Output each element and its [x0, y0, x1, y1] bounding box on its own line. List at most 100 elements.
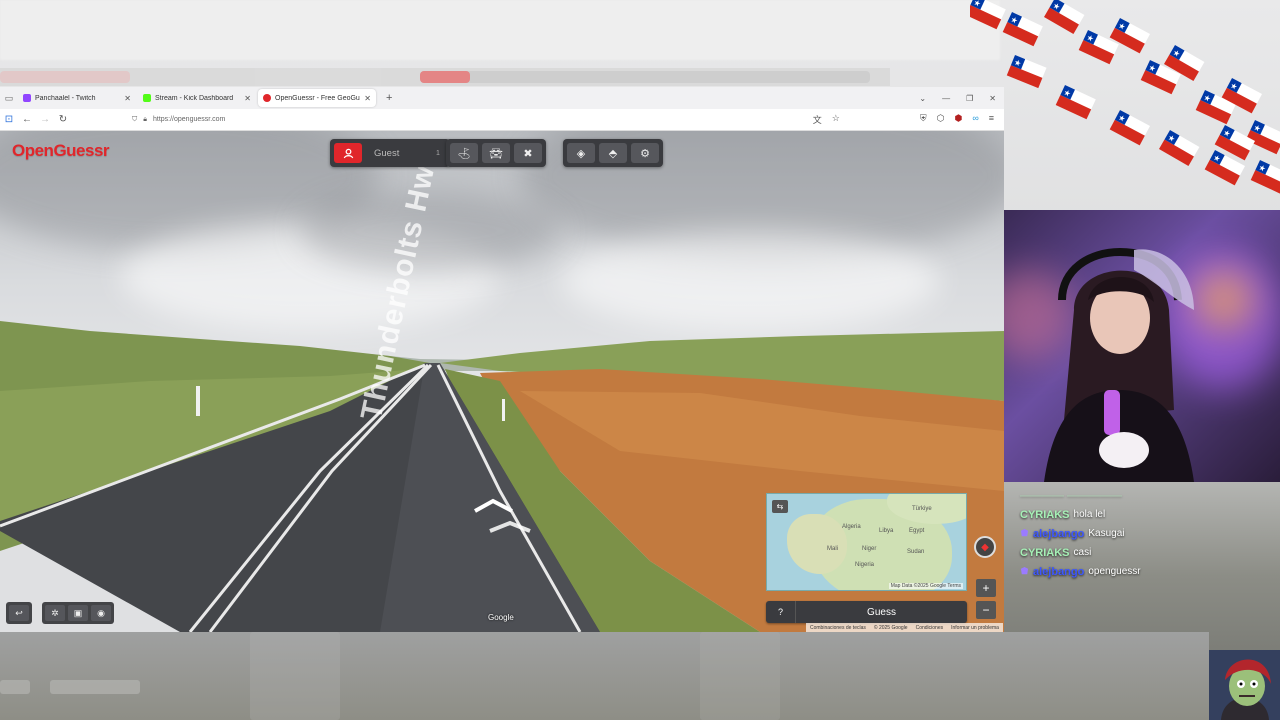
chile-flag-icon: ★: [1006, 55, 1047, 89]
chat-text: Kasugai: [1088, 528, 1125, 539]
extensions-icon[interactable]: ⬡: [937, 113, 945, 126]
map-label: Algeria: [842, 524, 861, 530]
streamer-webcam: [1004, 210, 1280, 482]
twitch-favicon-icon: [23, 94, 31, 102]
map-label: Mali: [827, 546, 839, 552]
shield-extension-icon[interactable]: ⛨: [920, 113, 927, 126]
browser-window: ▭ Panchaalel - Twitch ✕ Stream - Kick Da…: [0, 87, 1004, 632]
tab-title: Panchaalel - Twitch: [35, 94, 96, 102]
layers-icon[interactable]: ◈: [567, 143, 595, 163]
flag-icon[interactable]: ⛳︎: [450, 143, 478, 163]
map-label: Egypt: [909, 528, 925, 534]
expand-map-icon[interactable]: ⇆: [772, 500, 788, 513]
sidebar-icon[interactable]: ⊡: [0, 114, 18, 125]
translate-icon[interactable]: 文: [813, 113, 822, 126]
blurred-backdrop-bottom: [0, 632, 1209, 720]
chat-username[interactable]: CYRIAKS: [1020, 547, 1070, 559]
chat-text: casi: [1073, 547, 1092, 558]
new-tab-icon[interactable]: +: [386, 92, 392, 104]
chat-username[interactable]: alejbango: [1033, 528, 1084, 540]
bug-icon[interactable]: ✲: [45, 605, 65, 621]
chile-flag-icon: ★: [1109, 110, 1151, 146]
blurred-backdrop-strip: [0, 68, 890, 86]
zoom-in-button[interactable]: +: [976, 579, 996, 597]
map-label: Türkiye: [912, 506, 932, 512]
chat-line-faded: ———— —————: [1020, 489, 1123, 502]
chile-flag-icon: ★: [1044, 0, 1085, 35]
tab-bar: ▭ Panchaalel - Twitch ✕ Stream - Kick Da…: [0, 87, 1004, 109]
guess-bar: ? Guess: [766, 601, 967, 623]
tab-title: OpenGuessr - Free GeoGuessr A: [275, 94, 360, 102]
tab-twitch[interactable]: Panchaalel - Twitch ✕: [18, 89, 136, 107]
blurred-backdrop-top: [0, 0, 1000, 60]
mode-toolgroup: ⛳︎ 🚘︎ ✖: [446, 139, 546, 167]
settings-toolgroup: ◈ ⬘ ⚙: [563, 139, 663, 167]
chat-message: CYRIAKS casi: [1020, 543, 1264, 562]
report-problem-link[interactable]: Informar un problema: [951, 625, 999, 631]
chile-flag-icon: ★: [1055, 85, 1096, 120]
conditions-link[interactable]: Condiciones: [916, 625, 944, 631]
chile-flag-icon: ★: [1245, 120, 1280, 155]
street-view-panorama[interactable]: Thunderbolts Hwy OpenGuessr Guest 1 ⛳︎ 🚘…: [0, 131, 1004, 632]
tab-list-icon[interactable]: ▭: [0, 93, 18, 104]
chile-flag-icon: ★: [1250, 160, 1280, 195]
tab-overflow-chevron-icon[interactable]: ⌄: [919, 94, 926, 103]
keyboard-shortcuts-link[interactable]: Combinaciones de teclas: [810, 625, 866, 631]
streamer-silhouette: [1044, 247, 1194, 482]
address-bar-row: ⊡ ← → ↻ ⛉ 🔒︎ https://openguessr.com 文 ☆ …: [0, 109, 1004, 131]
forward-icon[interactable]: →: [36, 114, 54, 125]
url-text: https://openguessr.com: [152, 116, 226, 123]
user-icon[interactable]: [334, 143, 362, 163]
return-icon[interactable]: ↩: [9, 605, 29, 621]
car-icon[interactable]: ▣: [68, 605, 88, 621]
chat-message: alejbango Kasugai: [1020, 524, 1264, 543]
map-label: Niger: [862, 546, 877, 552]
minimize-icon[interactable]: —: [942, 94, 950, 103]
chat-username[interactable]: alejbango: [1033, 566, 1084, 578]
chat-message: CYRIAKS hola lel: [1020, 505, 1264, 524]
stream-chat: ———— ————— CYRIAKS hola lel alejbango Kasug…: [1004, 482, 1280, 602]
no-move-icon[interactable]: ✖: [514, 143, 542, 163]
ublock-icon[interactable]: ⬢: [954, 113, 962, 126]
reload-icon[interactable]: ↻: [54, 114, 72, 125]
chat-username[interactable]: CYRIAKS: [1020, 509, 1070, 521]
chile-flag-icon: ★: [970, 0, 1006, 30]
zombie-avatar: [1209, 650, 1280, 720]
close-tab-icon[interactable]: ✕: [364, 94, 371, 103]
map-label: Sudan: [907, 549, 925, 555]
tab-kick[interactable]: Stream - Kick Dashboard ✕: [138, 89, 256, 107]
back-icon[interactable]: ←: [18, 114, 36, 125]
copyright-text: © 2025 Google: [873, 624, 908, 631]
undo-group: ↩: [6, 602, 32, 624]
tab-title: Stream - Kick Dashboard: [155, 94, 234, 102]
chat-message: alejbango openguessr: [1020, 562, 1264, 581]
zoom-controls: + −: [976, 579, 996, 619]
openguessr-logo[interactable]: OpenGuessr: [12, 141, 110, 161]
shield-icon: ⛉: [132, 115, 138, 123]
street-actions-group: ✲ ▣ ◉: [42, 602, 114, 624]
gear-icon[interactable]: ⚙: [631, 143, 659, 163]
close-tab-icon[interactable]: ✕: [244, 94, 251, 103]
reddit-icon[interactable]: ◉: [91, 605, 111, 621]
chile-flag-bunting: ★★★★★★★★★★★★★★★★★: [970, 0, 1280, 195]
player-toolgroup: Guest 1: [330, 139, 450, 167]
map-attribution: Map Data ©2025 Google Terms: [888, 583, 963, 589]
graduation-icon[interactable]: ⬘: [599, 143, 627, 163]
chat-text: openguessr: [1088, 566, 1141, 577]
guess-minimap[interactable]: Türkiye Algeria Libya Egypt Mali Niger N…: [766, 493, 967, 591]
car-icon[interactable]: 🚘︎: [482, 143, 510, 163]
bookmark-star-icon[interactable]: ☆: [832, 113, 840, 126]
url-field[interactable]: ⛉ 🔒︎ https://openguessr.com: [132, 116, 813, 124]
guess-button[interactable]: Guess: [796, 601, 967, 623]
tab-openguessr[interactable]: OpenGuessr - Free GeoGuessr A ✕: [258, 89, 376, 107]
kick-badge-icon: [1020, 567, 1029, 576]
kick-badge-icon: [1020, 529, 1029, 538]
zoom-out-button[interactable]: −: [976, 601, 996, 619]
compass-icon[interactable]: ◆: [974, 536, 996, 558]
chile-flag-icon: ★: [1159, 130, 1200, 167]
guest-name[interactable]: Guest: [366, 148, 426, 159]
close-tab-icon[interactable]: ✕: [124, 94, 131, 103]
map-label: Nigeria: [855, 562, 875, 568]
chile-flag-icon: ★: [1002, 12, 1043, 47]
help-button[interactable]: ?: [766, 601, 796, 623]
